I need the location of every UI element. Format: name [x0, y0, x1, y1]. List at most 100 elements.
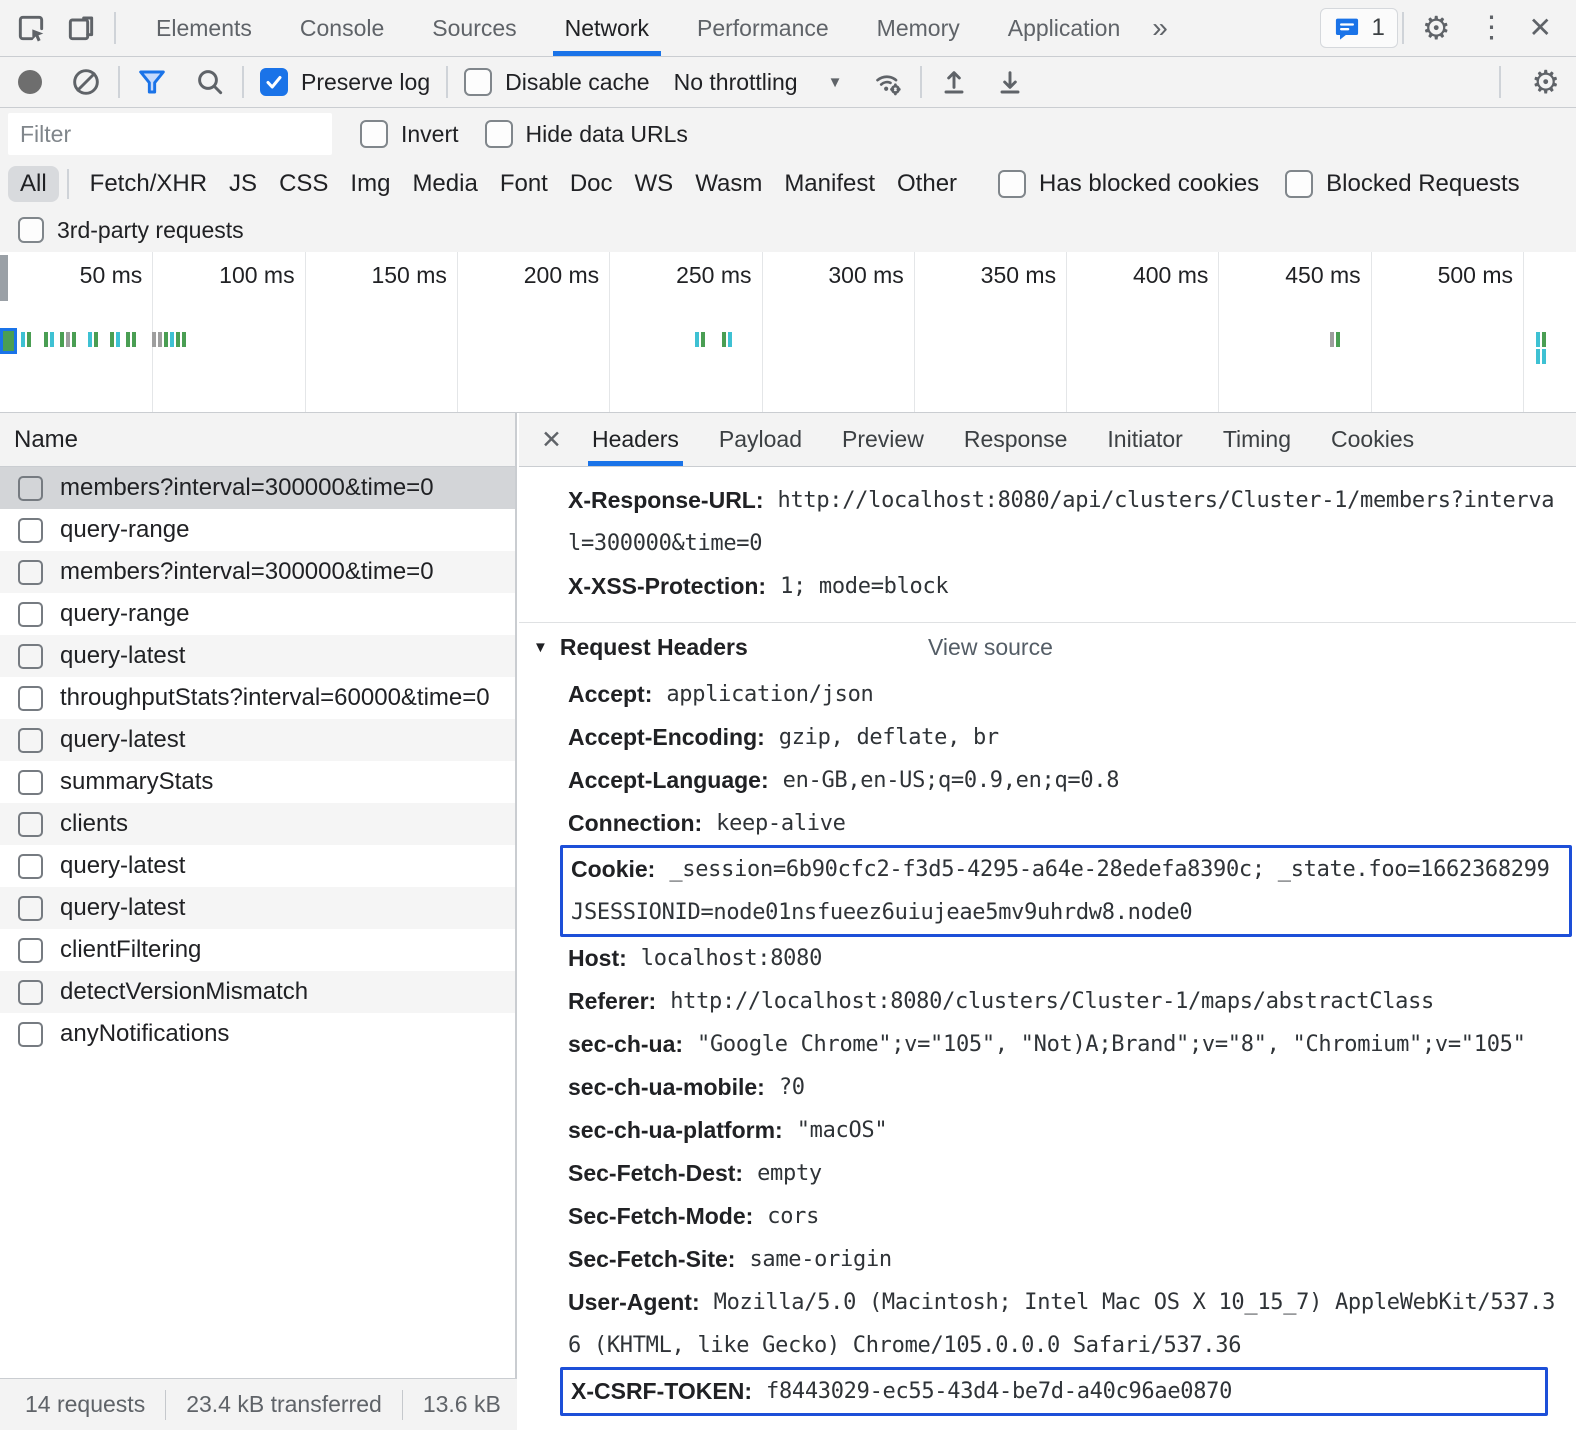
request-checkbox[interactable]	[18, 854, 43, 879]
request-checkbox[interactable]	[18, 770, 43, 795]
request-checkbox[interactable]	[18, 896, 43, 921]
request-row[interactable]: clients	[0, 803, 515, 845]
waterfall-bar[interactable]	[152, 332, 186, 347]
main-tab-elements[interactable]: Elements	[132, 0, 276, 56]
main-tab-sources[interactable]: Sources	[408, 0, 540, 56]
detail-tab-headers[interactable]: Headers	[592, 413, 679, 466]
network-overview-timeline[interactable]: 50 ms100 ms150 ms200 ms250 ms300 ms350 m…	[0, 252, 1576, 413]
type-filter-css[interactable]: CSS	[279, 170, 328, 198]
request-checkbox[interactable]	[18, 644, 43, 669]
disclosure-triangle-icon[interactable]: ▼	[533, 639, 548, 656]
waterfall-bar[interactable]	[1330, 332, 1340, 347]
header-row: User-Agent:Mozilla/5.0 (Macintosh; Intel…	[519, 1281, 1576, 1324]
network-conditions-icon[interactable]	[872, 66, 904, 98]
filter-input[interactable]	[8, 113, 332, 155]
filter-toggle-icon[interactable]	[136, 66, 168, 98]
export-har-icon[interactable]	[994, 66, 1026, 98]
more-tabs-icon[interactable]: »	[1152, 12, 1168, 44]
disable-cache-checkbox[interactable]	[464, 68, 492, 96]
detail-tab-payload[interactable]: Payload	[719, 413, 802, 466]
request-row[interactable]: throughputStats?interval=60000&time=0	[0, 677, 515, 719]
type-filter-all[interactable]: All	[8, 166, 59, 202]
type-filter-font[interactable]: Font	[500, 170, 548, 198]
waterfall-bar[interactable]	[126, 332, 136, 347]
close-devtools-icon[interactable]: ✕	[1529, 14, 1552, 42]
request-row[interactable]: members?interval=300000&time=0	[0, 551, 515, 593]
main-tab-performance[interactable]: Performance	[673, 0, 853, 56]
blocked-requests-checkbox[interactable]	[1285, 170, 1313, 198]
type-filter-manifest[interactable]: Manifest	[784, 170, 875, 198]
request-checkbox[interactable]	[18, 1022, 43, 1047]
header-value: 1; mode=block	[780, 574, 948, 599]
request-row[interactable]: anyNotifications	[0, 1013, 515, 1055]
waterfall-bar[interactable]	[722, 332, 732, 347]
request-row[interactable]: query-latest	[0, 719, 515, 761]
detail-tab-initiator[interactable]: Initiator	[1107, 413, 1182, 466]
search-icon[interactable]	[194, 66, 226, 98]
waterfall-bar[interactable]	[60, 332, 76, 347]
type-filter-doc[interactable]: Doc	[570, 170, 613, 198]
close-detail-icon[interactable]: ✕	[541, 425, 562, 455]
waterfall-bar[interactable]	[44, 332, 54, 347]
hide-data-urls-checkbox[interactable]	[485, 120, 513, 148]
detail-tab-timing[interactable]: Timing	[1223, 413, 1291, 466]
main-tab-memory[interactable]: Memory	[853, 0, 984, 56]
selected-request-waterfall-bar[interactable]	[0, 328, 17, 354]
type-filter-wasm[interactable]: Wasm	[695, 170, 762, 198]
has-blocked-cookies-checkbox[interactable]	[998, 170, 1026, 198]
third-party-checkbox[interactable]	[18, 217, 44, 243]
request-checkbox[interactable]	[18, 938, 43, 963]
throttling-select[interactable]: No throttling	[674, 69, 798, 96]
preserve-log-checkbox[interactable]	[260, 68, 288, 96]
request-row[interactable]: detectVersionMismatch	[0, 971, 515, 1013]
request-row[interactable]: query-latest	[0, 635, 515, 677]
request-row[interactable]: members?interval=300000&time=0	[0, 467, 515, 509]
request-checkbox[interactable]	[18, 518, 43, 543]
type-filter-ws[interactable]: WS	[635, 170, 674, 198]
invert-checkbox[interactable]	[360, 120, 388, 148]
main-tab-console[interactable]: Console	[276, 0, 408, 56]
waterfall-bar[interactable]	[88, 332, 98, 347]
main-menu-kebab-icon[interactable]: ⋮	[1477, 13, 1507, 43]
detail-tab-preview[interactable]: Preview	[842, 413, 924, 466]
record-network-log-button[interactable]	[18, 70, 42, 94]
import-har-icon[interactable]	[938, 66, 970, 98]
settings-gear-icon[interactable]: ⚙	[1422, 12, 1451, 44]
main-tab-application[interactable]: Application	[984, 0, 1145, 56]
request-checkbox[interactable]	[18, 980, 43, 1005]
type-filter-js[interactable]: JS	[229, 170, 257, 198]
view-source-link[interactable]: View source	[928, 634, 1053, 661]
inspect-element-icon[interactable]	[14, 11, 48, 45]
request-row[interactable]: summaryStats	[0, 761, 515, 803]
type-filter-media[interactable]: Media	[412, 170, 477, 198]
waterfall-bar[interactable]	[1536, 349, 1546, 364]
request-checkbox[interactable]	[18, 560, 43, 585]
clear-network-log-icon[interactable]	[70, 66, 102, 98]
request-row[interactable]: query-range	[0, 509, 515, 551]
throttling-caret-icon[interactable]: ▼	[828, 74, 843, 91]
waterfall-bar[interactable]	[110, 332, 120, 347]
waterfall-bar[interactable]	[695, 332, 705, 347]
device-toolbar-icon[interactable]	[64, 11, 98, 45]
waterfall-bar[interactable]	[21, 332, 31, 347]
detail-tab-cookies[interactable]: Cookies	[1331, 413, 1414, 466]
request-row[interactable]: query-latest	[0, 845, 515, 887]
network-settings-gear-icon[interactable]: ⚙	[1531, 66, 1560, 98]
request-checkbox[interactable]	[18, 476, 43, 501]
header-name: sec-ch-ua:	[568, 1031, 683, 1058]
request-checkbox[interactable]	[18, 602, 43, 627]
name-column-header[interactable]: Name	[0, 413, 515, 467]
type-filter-img[interactable]: Img	[350, 170, 390, 198]
request-checkbox[interactable]	[18, 728, 43, 753]
request-row[interactable]: query-latest	[0, 887, 515, 929]
issues-counter-button[interactable]: 1	[1320, 8, 1397, 48]
waterfall-bar[interactable]	[1536, 332, 1546, 347]
request-row[interactable]: clientFiltering	[0, 929, 515, 971]
type-filter-other[interactable]: Other	[897, 170, 957, 198]
type-filter-fetch-xhr[interactable]: Fetch/XHR	[90, 170, 207, 198]
request-checkbox[interactable]	[18, 686, 43, 711]
request-checkbox[interactable]	[18, 812, 43, 837]
main-tab-network[interactable]: Network	[541, 0, 673, 56]
request-row[interactable]: query-range	[0, 593, 515, 635]
detail-tab-response[interactable]: Response	[964, 413, 1068, 466]
